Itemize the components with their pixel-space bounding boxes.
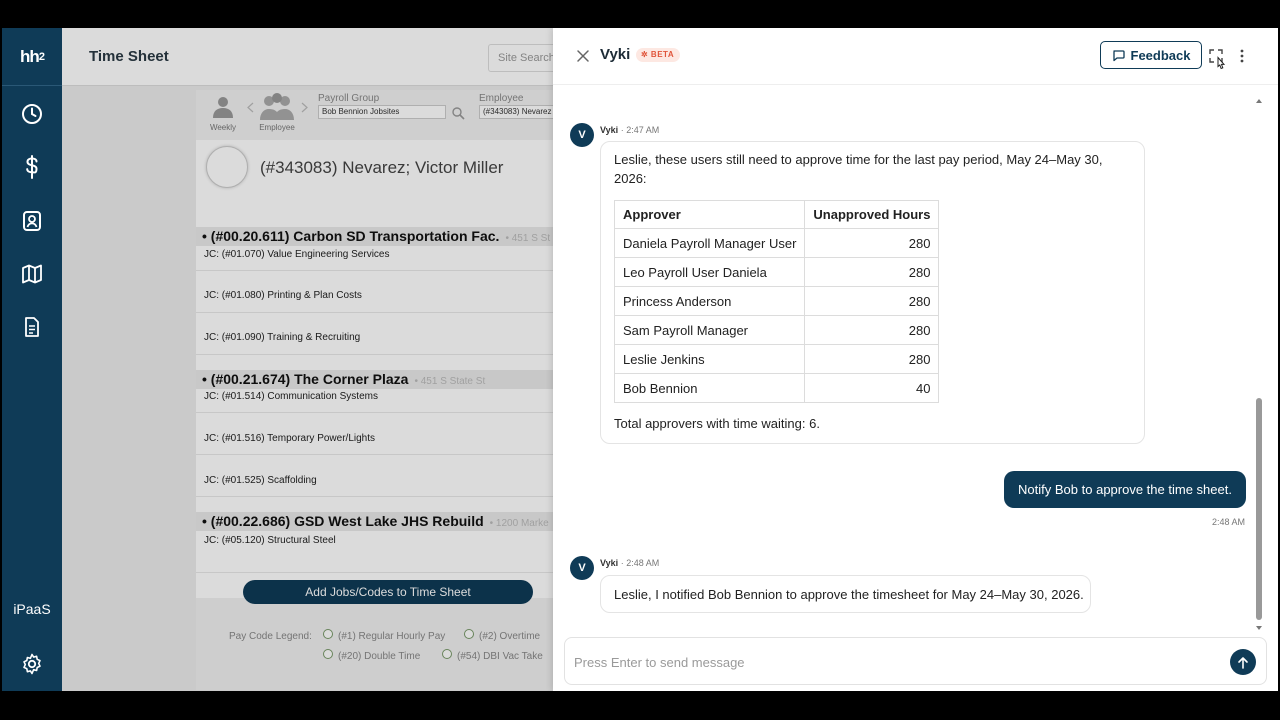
assistant-message: Leslie, these users still need to approv… — [600, 141, 1145, 444]
vyki-avatar: V — [570, 556, 594, 580]
message-meta: Vyki · 2:48 AM — [600, 558, 660, 568]
chat-bubble-icon — [1112, 49, 1125, 61]
scrollbar-thumb[interactable] — [1256, 398, 1262, 620]
feedback-label: Feedback — [1130, 47, 1191, 63]
message-text: Leslie, these users still need to approv… — [614, 152, 1103, 186]
approver-cell: Bob Bennion — [613, 373, 806, 403]
user-message: Notify Bob to approve the time sheet. — [1004, 471, 1246, 508]
close-icon[interactable] — [575, 48, 591, 64]
hours-cell: 280 — [804, 344, 940, 374]
table-row: Princess Anderson 280 — [613, 286, 940, 316]
hours-cell: 280 — [804, 286, 940, 316]
arrow-up-icon — [1238, 656, 1248, 669]
sender-name: Vyki — [600, 558, 619, 568]
dollar-icon[interactable] — [17, 152, 47, 182]
gear-icon[interactable] — [17, 649, 47, 679]
clock-icon[interactable] — [17, 99, 47, 129]
table-row: Bob Bennion 40 — [613, 373, 940, 403]
hours-cell: 40 — [804, 373, 940, 403]
beta-badge: ✲ BETA — [636, 48, 681, 62]
column-header: Approver — [613, 200, 806, 229]
send-button[interactable] — [1230, 649, 1256, 675]
screen: hh 2 iPaaS Time Sheet Site Search Weekly… — [2, 28, 1278, 691]
table-header-row: Approver Unapproved Hours — [613, 200, 940, 229]
column-header: Unapproved Hours — [804, 200, 940, 229]
chat-title: Vyki — [600, 46, 631, 63]
ipaas-link[interactable]: iPaaS — [2, 601, 62, 617]
table-row: Daniela Payroll Manager User 280 — [613, 228, 940, 258]
approver-cell: Sam Payroll Manager — [613, 315, 806, 345]
hh2-logo[interactable]: hh 2 — [2, 28, 62, 86]
scroll-up-arrow-icon[interactable] — [1255, 98, 1263, 104]
chat-header: Vyki ✲ BETA Feedback — [553, 28, 1278, 85]
message-time: 2:47 AM — [626, 125, 660, 135]
hours-cell: 280 — [804, 315, 940, 345]
message-input[interactable] — [574, 652, 1214, 672]
message-composer — [564, 637, 1267, 685]
table-row: Leo Payroll User Daniela 280 — [613, 257, 940, 287]
nav-rail: hh 2 iPaaS — [2, 28, 62, 691]
hours-cell: 280 — [804, 257, 940, 287]
message-text: Leslie, I notified Bob Bennion to approv… — [614, 587, 1084, 602]
document-icon[interactable] — [17, 312, 47, 342]
modal-backdrop[interactable] — [62, 28, 553, 691]
message-time: 2:48 AM — [626, 558, 660, 568]
contact-card-icon[interactable] — [17, 206, 47, 236]
message-summary: Total approvers with time waiting: 6. — [614, 416, 820, 431]
message-time: 2:48 AM — [1212, 517, 1246, 527]
table-row: Sam Payroll Manager 280 — [613, 315, 940, 345]
approvers-table: Approver Unapproved Hours Daniela Payrol… — [613, 200, 940, 403]
table-row: Leslie Jenkins 280 — [613, 344, 940, 374]
message-meta: Vyki · 2:47 AM — [600, 125, 660, 135]
sender-name: Vyki — [600, 125, 619, 135]
more-options-icon[interactable] — [1237, 47, 1247, 65]
map-icon[interactable] — [17, 259, 47, 289]
cursor-pointer-icon — [1217, 56, 1226, 70]
vyki-chat-panel: Vyki ✲ BETA Feedback V Vyki · 2:47 AM Le… — [553, 28, 1278, 691]
approver-cell: Princess Anderson — [613, 286, 806, 316]
vyki-avatar: V — [570, 123, 594, 147]
scroll-down-arrow-icon[interactable] — [1255, 625, 1263, 631]
feedback-button[interactable]: Feedback — [1100, 41, 1202, 69]
approver-cell: Leslie Jenkins — [613, 344, 806, 374]
approver-cell: Daniela Payroll Manager User — [613, 228, 806, 258]
approver-cell: Leo Payroll User Daniela — [613, 257, 806, 287]
hours-cell: 280 — [804, 228, 940, 258]
assistant-message: Leslie, I notified Bob Bennion to approv… — [600, 575, 1091, 613]
